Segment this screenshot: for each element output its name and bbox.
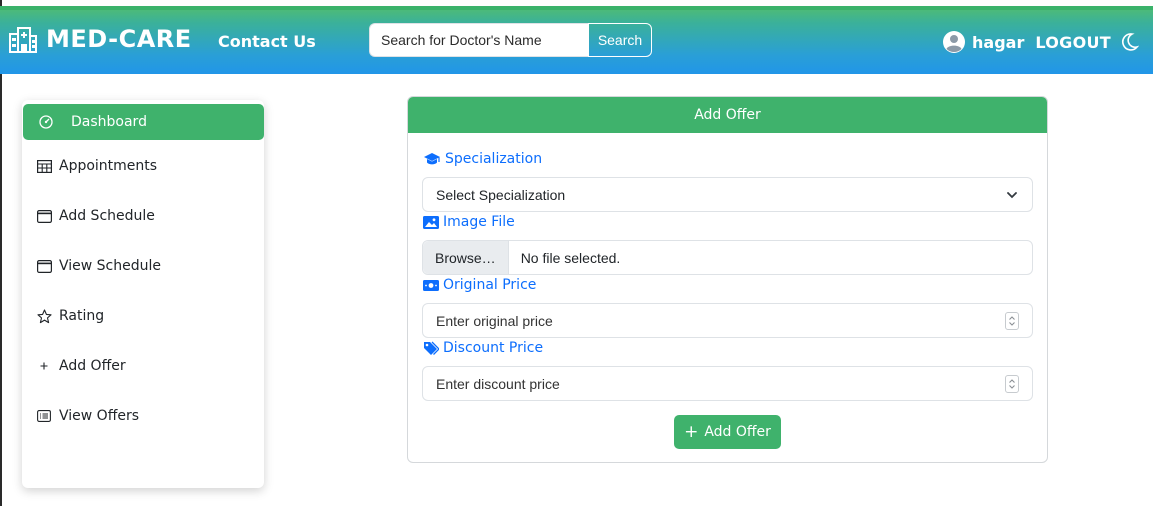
number-spinner[interactable]: [1005, 311, 1019, 330]
top-navbar: MED-CARE Contact Us Search hagar LOGOUT: [0, 6, 1153, 74]
calendar-icon: [36, 258, 52, 274]
sidebar-item-label: Add Schedule: [59, 208, 155, 224]
sidebar-item-label: View Offers: [59, 408, 140, 424]
brand[interactable]: MED-CARE: [8, 24, 192, 54]
sidebar-item-view-schedule[interactable]: View Schedule: [22, 248, 264, 284]
sidebar-item-label: Dashboard: [71, 114, 147, 130]
submit-label: Add Offer: [704, 424, 771, 440]
sidebar-item-appointments[interactable]: Appointments: [22, 148, 264, 184]
plus-icon: [36, 358, 52, 374]
original-price-label-text: Original Price: [443, 277, 537, 293]
image-file-label-text: Image File: [443, 214, 515, 230]
sidebar-item-add-offer[interactable]: Add Offer: [22, 348, 264, 384]
logout-button[interactable]: LOGOUT: [1035, 33, 1111, 52]
original-price-input[interactable]: [423, 312, 1005, 329]
speedometer-icon: [38, 114, 54, 130]
sidebar-item-label: View Schedule: [59, 258, 162, 274]
person-circle-icon[interactable]: [942, 30, 966, 54]
spinner-arrows-icon: [1009, 315, 1015, 326]
number-spinner[interactable]: [1005, 374, 1019, 393]
username[interactable]: hagar: [972, 33, 1024, 52]
star-icon: [36, 308, 52, 324]
discount-price-field[interactable]: [422, 366, 1033, 401]
file-status-text: No file selected.: [520, 249, 621, 266]
specialization-select[interactable]: Select Specialization: [422, 177, 1033, 212]
image-icon: [423, 215, 439, 229]
original-price-label: Original Price: [423, 277, 536, 293]
graduation-cap-icon: [423, 152, 441, 166]
calendar-icon: [36, 208, 52, 224]
add-offer-card: Add Offer Specialization Select Speciali…: [407, 96, 1048, 463]
specialization-label-text: Specialization: [445, 151, 543, 167]
sidebar-item-label: Appointments: [59, 158, 158, 174]
spinner-arrows-icon: [1009, 378, 1015, 389]
specialization-label: Specialization: [423, 151, 542, 167]
sidebar: Dashboard Appointments Add Schedule View…: [22, 100, 264, 488]
image-file-label: Image File: [423, 214, 515, 230]
cash-icon: [423, 279, 439, 291]
chevron-down-icon: [1007, 191, 1017, 198]
search-button[interactable]: Search: [588, 23, 652, 57]
moon-icon[interactable]: [1121, 32, 1139, 52]
tags-icon: [423, 341, 439, 355]
table-icon: [36, 158, 52, 174]
contact-us-link[interactable]: Contact Us: [218, 32, 316, 51]
doctor-search-input[interactable]: [369, 23, 588, 57]
sidebar-item-label: Add Offer: [59, 358, 126, 374]
brand-name: MED-CARE: [46, 25, 192, 53]
card-header: Add Offer: [408, 97, 1047, 133]
doctor-search-form: Search: [369, 23, 652, 57]
card-list-icon: [36, 408, 52, 424]
sidebar-item-view-offers[interactable]: View Offers: [22, 398, 264, 434]
sidebar-item-dashboard[interactable]: Dashboard: [23, 104, 264, 140]
window-edge: [0, 0, 2, 506]
browse-button[interactable]: Browse…: [423, 241, 509, 274]
sidebar-item-add-schedule[interactable]: Add Schedule: [22, 198, 264, 234]
discount-price-label: Discount Price: [423, 340, 543, 356]
original-price-field[interactable]: [422, 303, 1033, 338]
discount-price-input[interactable]: [423, 375, 1005, 392]
plus-icon: +: [684, 422, 699, 442]
sidebar-item-rating[interactable]: Rating: [22, 298, 264, 334]
user-menu: hagar LOGOUT: [942, 30, 1139, 54]
discount-price-label-text: Discount Price: [443, 340, 544, 356]
hospital-icon: [9, 27, 37, 53]
image-file-input[interactable]: Browse… No file selected.: [422, 240, 1033, 275]
add-offer-submit-button[interactable]: + Add Offer: [674, 415, 781, 449]
specialization-selected-value: Select Specialization: [436, 186, 566, 203]
sidebar-item-label: Rating: [59, 308, 105, 324]
